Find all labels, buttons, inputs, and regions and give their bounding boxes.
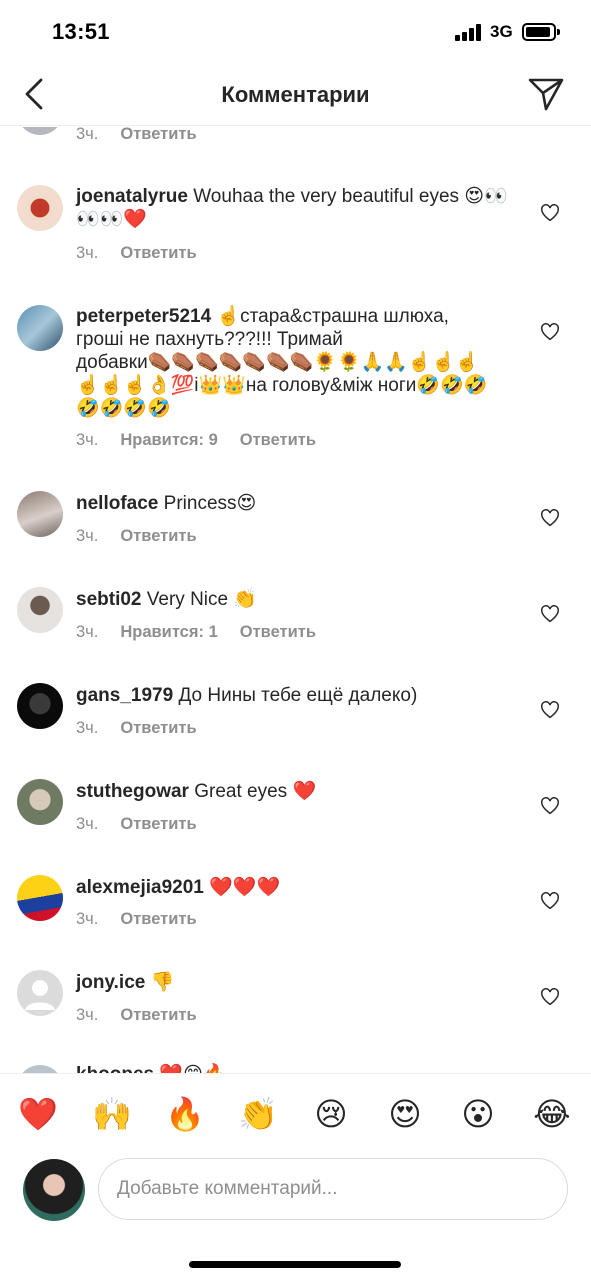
comment-username[interactable]: stuthegowar <box>76 781 189 802</box>
emoji-surprised-button[interactable]: 😮 <box>456 1094 500 1134</box>
comment-body: Very Nice 👏 <box>146 589 258 610</box>
reply-button[interactable]: Ответить <box>120 719 196 737</box>
comment-text: stuthegowar Great eyes ❤️ <box>76 780 516 803</box>
comment-body: ❤️😊🔥 <box>159 1064 226 1073</box>
likes-count[interactable]: Нравится: 9 <box>120 431 217 449</box>
status-time: 13:51 <box>52 19 110 44</box>
avatar[interactable] <box>17 587 63 633</box>
like-heart-icon[interactable] <box>540 204 560 222</box>
comment-input-row <box>0 1155 591 1235</box>
emoji-laughing-button[interactable]: 😂 <box>530 1094 574 1134</box>
comment-username[interactable]: khoopes <box>76 1064 154 1073</box>
comment-text: khoopes ❤️😊🔥 <box>76 1063 516 1073</box>
emoji-fire-button[interactable]: 🔥 <box>163 1094 207 1134</box>
avatar[interactable] <box>17 875 63 921</box>
comment-text: alexmejia9201 ❤️❤️❤️ <box>76 876 516 899</box>
emoji-raised-hands-button[interactable]: 🙌 <box>90 1094 134 1134</box>
reply-button[interactable]: Ответить <box>120 910 196 928</box>
comment-text: joenatalyrue Wouhaa the very beautiful e… <box>76 185 516 231</box>
comment-username[interactable]: alexmejia9201 <box>76 877 204 898</box>
comment-username[interactable]: joenatalyrue <box>76 186 188 207</box>
comment-username[interactable]: gans_1979 <box>76 685 173 706</box>
comment-meta: 3ч. Ответить <box>76 244 197 263</box>
comment-time: 3ч. <box>76 431 99 449</box>
signal-icon <box>455 24 485 41</box>
comment-meta: 3ч. Ответить <box>76 127 197 144</box>
like-heart-icon[interactable] <box>540 509 560 527</box>
reply-button[interactable]: Ответить <box>120 527 196 545</box>
comment-time: 3ч. <box>76 1006 99 1024</box>
avatar[interactable] <box>17 683 63 729</box>
send-button[interactable] <box>527 76 565 112</box>
comment-text: gans_1979 До Нины тебе ещё далеко) <box>76 684 516 707</box>
comment-time: 3ч. <box>76 623 99 641</box>
emoji-bar: ❤️ 🙌 🔥 👏 😢 😍 😮 😂 <box>0 1073 591 1155</box>
reply-button[interactable]: Ответить <box>120 244 196 262</box>
reply-button[interactable]: Ответить <box>120 815 196 833</box>
avatar[interactable] <box>17 491 63 537</box>
default-avatar-icon <box>25 980 55 1010</box>
comment-username[interactable]: jony.ice <box>76 972 145 993</box>
avatar[interactable] <box>17 779 63 825</box>
like-heart-icon[interactable] <box>540 797 560 815</box>
comment-time: 3ч. <box>76 244 99 262</box>
like-heart-icon[interactable] <box>540 988 560 1006</box>
comment-meta: 3ч. Ответить <box>76 815 197 834</box>
like-heart-icon[interactable] <box>540 323 560 341</box>
comments-list[interactable]: 3ч. Ответить joenatalyrue Wouhaa the very… <box>0 127 591 1073</box>
avatar[interactable] <box>17 970 63 1016</box>
comment-body: До Нины тебе ещё далеко) <box>178 685 418 706</box>
header: Комментарии <box>0 62 591 126</box>
comment-meta: 3ч. Нравится: 9 Ответить <box>76 431 316 450</box>
comment-time: 3ч. <box>76 719 99 737</box>
comment-time: 3ч. <box>76 527 99 545</box>
comment-body: Princess😍 <box>163 493 257 514</box>
battery-icon <box>522 23 560 41</box>
comment-meta: 3ч. Нравится: 1 Ответить <box>76 623 316 642</box>
like-heart-icon[interactable] <box>540 892 560 910</box>
likes-count[interactable]: Нравится: 1 <box>120 623 217 641</box>
emoji-crying-button[interactable]: 😢 <box>309 1094 353 1134</box>
status-bar: 13:51 3G <box>0 0 591 62</box>
emoji-heart-button[interactable]: ❤️ <box>16 1094 60 1134</box>
comment-username[interactable]: sebti02 <box>76 589 141 610</box>
avatar[interactable] <box>17 185 63 231</box>
comment-time: 3ч. <box>76 815 99 833</box>
comment-body: ❤️❤️❤️ <box>209 877 281 898</box>
comment-input[interactable] <box>98 1158 568 1220</box>
user-avatar <box>23 1159 85 1221</box>
page-title: Комментарии <box>221 82 370 107</box>
comment-text: jony.ice 👎 <box>76 971 516 994</box>
comment-time: 3ч. <box>76 127 99 143</box>
reply-button[interactable]: Ответить <box>120 1006 196 1024</box>
comment-username[interactable]: nelloface <box>76 493 158 514</box>
network-type: 3G <box>490 22 513 41</box>
paper-plane-icon <box>528 78 564 111</box>
reply-button[interactable]: Ответить <box>120 127 196 143</box>
comment-body: Great eyes ❤️ <box>194 781 317 802</box>
comment-username[interactable]: peterpeter5214 <box>76 306 211 327</box>
comment-time: 3ч. <box>76 910 99 928</box>
emoji-heart-eyes-button[interactable]: 😍 <box>383 1094 427 1134</box>
comment-text: nelloface Princess😍 <box>76 492 516 515</box>
comment-meta: 3ч. Ответить <box>76 910 197 929</box>
comment-meta: 3ч. Ответить <box>76 527 197 546</box>
comment-text: peterpeter5214 ☝️стара&страшна шлюха, гр… <box>76 305 496 420</box>
emoji-clap-button[interactable]: 👏 <box>236 1094 280 1134</box>
reply-button[interactable]: Ответить <box>240 431 316 449</box>
like-heart-icon[interactable] <box>540 701 560 719</box>
avatar[interactable] <box>17 1065 63 1073</box>
home-indicator <box>189 1261 401 1268</box>
like-heart-icon[interactable] <box>540 605 560 623</box>
avatar[interactable] <box>17 305 63 351</box>
comment-meta: 3ч. Ответить <box>76 1006 197 1025</box>
comment-meta: 3ч. Ответить <box>76 719 197 738</box>
comment-text: sebti02 Very Nice 👏 <box>76 588 516 611</box>
comment-body: 👎 <box>150 972 175 993</box>
reply-button[interactable]: Ответить <box>240 623 316 641</box>
avatar[interactable] <box>17 127 63 135</box>
